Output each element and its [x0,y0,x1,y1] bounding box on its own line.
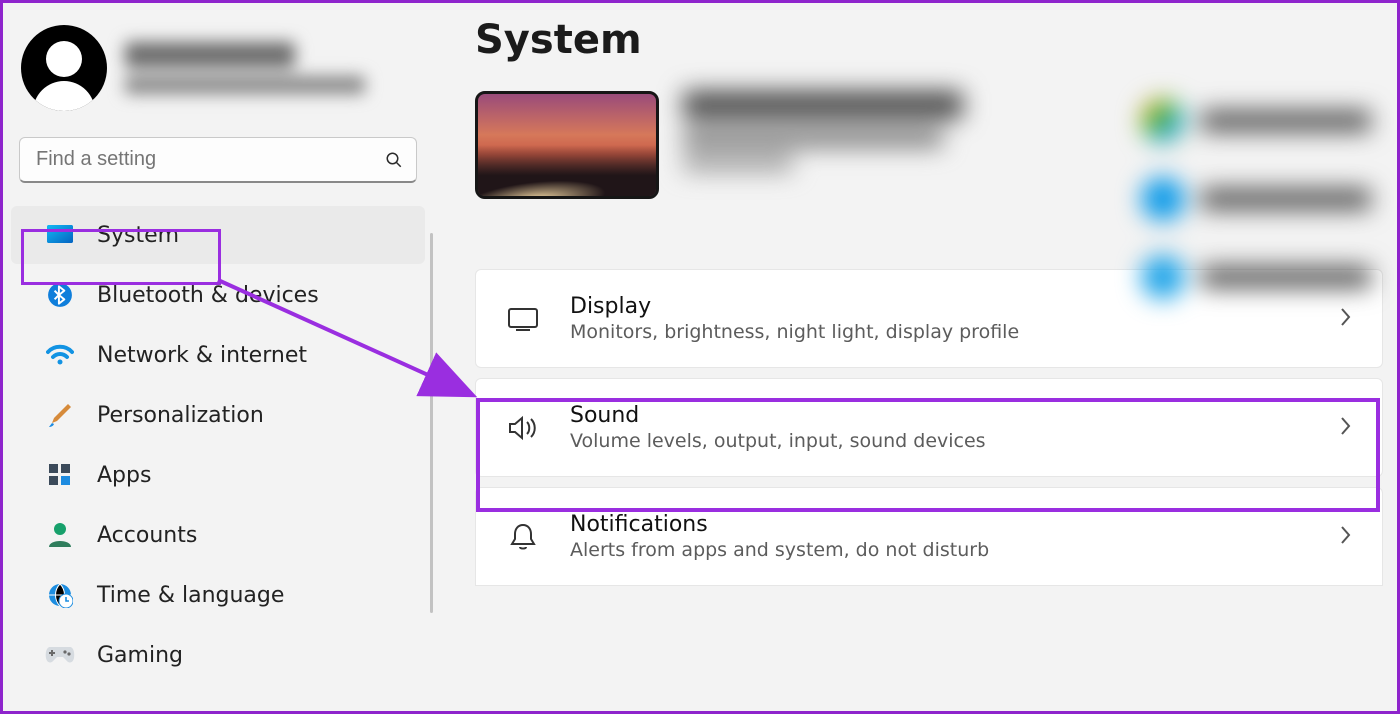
sidebar-item-bluetooth[interactable]: Bluetooth & devices [11,266,425,324]
sidebar-item-label: Time & language [97,583,284,608]
sound-icon [506,414,540,442]
clock-globe-icon [45,580,75,610]
gamepad-icon [45,640,75,670]
sidebar-item-label: Personalization [97,403,264,428]
sidebar-item-label: Network & internet [97,343,307,368]
nav-list: System Bluetooth & devices Network & int… [3,205,433,685]
sidebar-item-label: Gaming [97,643,183,668]
sidebar-item-accounts[interactable]: Accounts [11,506,425,564]
bell-icon [506,522,540,552]
settings-cards: Display Monitors, brightness, night ligh… [475,269,1383,586]
display-icon [506,306,540,332]
bluetooth-icon [45,280,75,310]
card-desc: Alerts from apps and system, do not dist… [570,539,1308,561]
apps-icon [45,460,75,490]
wifi-icon [45,340,75,370]
main-content: System Display Monitors, brightness, nig [433,3,1397,711]
chevron-right-icon [1338,524,1352,550]
sidebar-item-label: Apps [97,463,151,488]
sidebar-item-system[interactable]: System [11,206,425,264]
card-title: Notifications [570,512,1308,537]
search-icon [385,151,403,169]
person-icon [45,520,75,550]
settings-window: System Bluetooth & devices Network & int… [0,0,1400,714]
cloud-links-redacted [1141,99,1371,299]
card-notifications[interactable]: Notifications Alerts from apps and syste… [475,487,1383,586]
profile-meta-redacted [125,42,415,94]
paintbrush-icon [45,400,75,430]
system-icon [45,220,75,250]
sidebar-item-time[interactable]: Time & language [11,566,425,624]
sidebar-item-label: Bluetooth & devices [97,283,319,308]
device-thumbnail[interactable] [475,91,659,199]
sidebar-item-gaming[interactable]: Gaming [11,626,425,684]
search-input[interactable] [19,137,417,183]
sidebar-item-label: System [97,223,179,248]
chevron-right-icon [1338,415,1352,441]
avatar [21,25,107,111]
profile-block[interactable] [3,3,433,129]
card-desc: Monitors, brightness, night light, displ… [570,321,1308,343]
page-title: System [475,17,1383,63]
search-container [19,137,417,183]
sidebar-item-personalization[interactable]: Personalization [11,386,425,444]
card-title: Sound [570,403,1308,428]
sidebar: System Bluetooth & devices Network & int… [3,3,433,711]
card-sound[interactable]: Sound Volume levels, output, input, soun… [475,378,1383,477]
sidebar-item-network[interactable]: Network & internet [11,326,425,384]
device-meta-redacted [683,91,963,171]
sidebar-item-label: Accounts [97,523,197,548]
card-desc: Volume levels, output, input, sound devi… [570,430,1308,452]
chevron-right-icon [1338,306,1352,332]
sidebar-item-apps[interactable]: Apps [11,446,425,504]
